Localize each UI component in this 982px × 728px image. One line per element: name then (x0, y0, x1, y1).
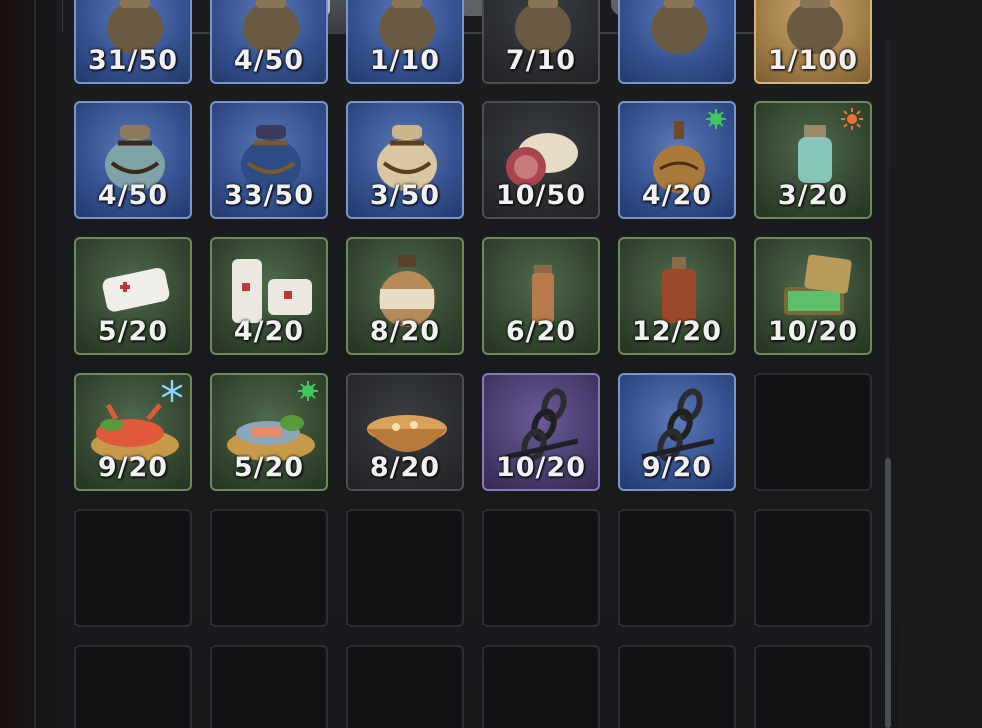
inventory-slot-meat[interactable]: 10/50 (482, 101, 600, 219)
inventory-slot-pouch[interactable]: 1/100 (754, 0, 872, 84)
item-quantity: 10/20 (767, 316, 858, 347)
item-quantity: 10/50 (495, 180, 586, 211)
item-quantity: 5/20 (233, 452, 305, 483)
item-quantity: 3/20 (777, 180, 849, 211)
empty-inventory-slot[interactable] (74, 509, 192, 627)
item-quantity: 1/10 (369, 45, 441, 76)
empty-inventory-slot[interactable] (482, 645, 600, 728)
inventory-slot-soup-bowl[interactable]: 8/20 (346, 373, 464, 491)
empty-inventory-slot[interactable] (618, 645, 736, 728)
snowflake-icon (160, 379, 184, 403)
inventory-slot-bandage-scroll[interactable]: 5/20 (74, 237, 192, 355)
empty-inventory-slot[interactable] (754, 509, 872, 627)
empty-inventory-slot[interactable] (754, 645, 872, 728)
inventory-slot-blue-sack[interactable]: 33/50 (210, 101, 328, 219)
item-quantity: 9/20 (641, 452, 713, 483)
inventory-slot-lobster-plate[interactable]: 9/20 (74, 373, 192, 491)
inventory-slot-pouch[interactable]: 31/50 (74, 0, 192, 84)
item-quantity: 8/20 (369, 316, 441, 347)
inventory-grid: 31/50 4/50 1/10 7/10 1/100 4/50 33/50 3/50 10/50… (0, 0, 982, 728)
empty-inventory-slot[interactable] (346, 645, 464, 728)
empty-inventory-slot[interactable] (482, 509, 600, 627)
inventory-slot-pouch[interactable] (618, 0, 736, 84)
inventory-slot-bandage-roll[interactable]: 4/20 (210, 237, 328, 355)
inventory-screen: 31/50 4/50 1/10 7/10 1/100 4/50 33/50 3/50 10/50… (0, 0, 982, 728)
empty-inventory-slot[interactable] (210, 509, 328, 627)
inventory-slot-pouch[interactable]: 1/10 (346, 0, 464, 84)
item-quantity: 4/50 (97, 180, 169, 211)
inventory-slot-pouch[interactable]: 7/10 (482, 0, 600, 84)
item-quantity: 4/50 (233, 45, 305, 76)
sun-icon (840, 107, 864, 131)
inventory-slot-brown-bottle[interactable]: 12/20 (618, 237, 736, 355)
green-virus-icon (704, 107, 728, 131)
item-quantity: 4/20 (641, 180, 713, 211)
inventory-slot-small-vial[interactable]: 6/20 (482, 237, 600, 355)
empty-inventory-slot[interactable] (618, 509, 736, 627)
item-quantity: 3/50 (369, 180, 441, 211)
green-virus-icon (296, 379, 320, 403)
empty-inventory-slot[interactable] (210, 645, 328, 728)
scrollbar-thumb[interactable] (885, 458, 891, 728)
inventory-slot-chain[interactable]: 10/20 (482, 373, 600, 491)
item-quantity: 5/20 (97, 316, 169, 347)
item-quantity: 7/10 (505, 45, 577, 76)
item-quantity: 33/50 (223, 180, 314, 211)
empty-inventory-slot[interactable] (754, 373, 872, 491)
inventory-slot-potion[interactable]: 3/20 (754, 101, 872, 219)
item-quantity: 1/100 (767, 45, 858, 76)
pouch-icon (651, 0, 707, 54)
inventory-slot-chain[interactable]: 9/20 (618, 373, 736, 491)
inventory-slot-open-box[interactable]: 10/20 (754, 237, 872, 355)
item-quantity: 6/20 (505, 316, 577, 347)
item-quantity: 9/20 (97, 452, 169, 483)
inventory-slot-cream-sack[interactable]: 3/50 (346, 101, 464, 219)
inventory-slot-teal-sack[interactable]: 4/50 (74, 101, 192, 219)
inventory-slot-fish-plate[interactable]: 5/20 (210, 373, 328, 491)
inventory-slot-wrapped-jug[interactable]: 8/20 (346, 237, 464, 355)
empty-inventory-slot[interactable] (74, 645, 192, 728)
inventory-slot-pouch[interactable]: 4/50 (210, 0, 328, 84)
empty-inventory-slot[interactable] (346, 509, 464, 627)
item-quantity: 10/20 (495, 452, 586, 483)
item-quantity: 12/20 (631, 316, 722, 347)
inventory-slot-gourd[interactable]: 4/20 (618, 101, 736, 219)
item-quantity: 31/50 (87, 45, 178, 76)
item-quantity: 4/20 (233, 316, 305, 347)
item-quantity: 8/20 (369, 452, 441, 483)
